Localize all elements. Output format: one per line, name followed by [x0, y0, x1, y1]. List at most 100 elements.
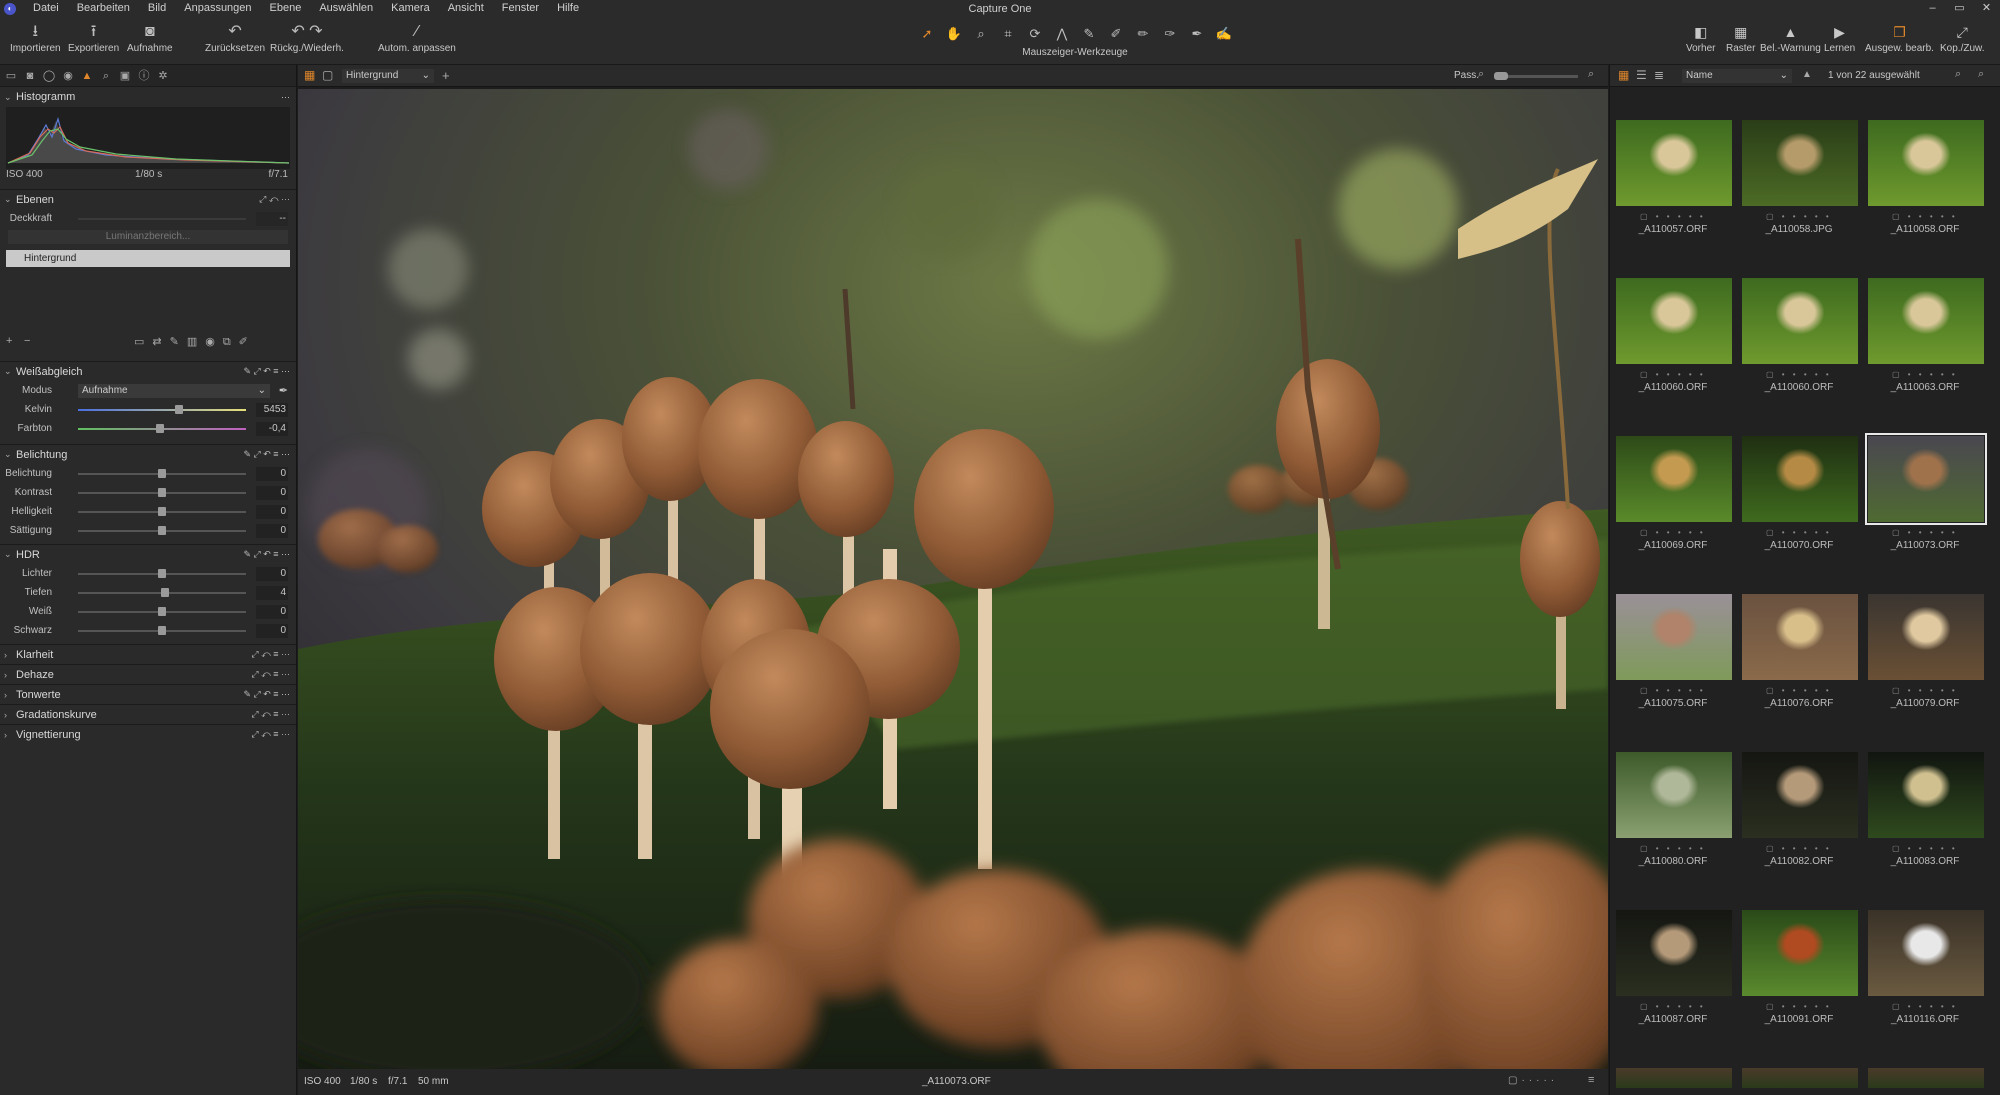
hdr-slider-value[interactable]: 0 [256, 566, 288, 581]
maximize-button[interactable]: ▭ [1946, 0, 1973, 17]
before-button[interactable]: ◧ Vorher [1686, 21, 1715, 54]
thumbnail-image[interactable] [1616, 752, 1732, 838]
thumbnail[interactable]: ▢ • • • • • _A110075.ORF [1610, 594, 1736, 752]
sort-direction-icon[interactable]: ▲ [1802, 69, 1812, 80]
thumbnail[interactable]: ▢ • • • • • _A110058.ORF [1862, 120, 1988, 278]
thumbnail[interactable]: ▢ • • • • • _A110057.ORF [1610, 120, 1736, 278]
thumbnail-rating[interactable]: ▢ • • • • • [1640, 844, 1706, 853]
exposure-slider-value[interactable]: 0 [256, 485, 288, 500]
thumbnail-rating[interactable]: ▢ • • • • • [1892, 1002, 1958, 1011]
thumbnail[interactable]: ▢ • • • • • _A110063.ORF [1862, 278, 1988, 436]
color-picker-icon[interactable]: ✒ [1185, 25, 1209, 43]
menu-ansicht[interactable]: Ansicht [439, 0, 493, 17]
tool-header-icons[interactable]: ⤢ ↶ ≡ ⋯ [251, 649, 290, 660]
thumbnail-rating[interactable]: ▢ • • • • • [1640, 1002, 1706, 1011]
menu-auswaehlen[interactable]: Auswählen [310, 0, 382, 17]
hdr-header[interactable]: ⌄ HDR ✎ ⤢ ↶ ≡ ⋯ [0, 544, 296, 564]
thumbnail[interactable]: ▢ • • • • • _A110116.ORF [1862, 910, 1988, 1068]
import-button[interactable]: ⭳ Importieren [10, 21, 61, 54]
search-icon[interactable]: ⌕ [1978, 68, 1984, 81]
exposure-slider-value[interactable]: 0 [256, 504, 288, 519]
menu-hilfe[interactable]: Hilfe [548, 0, 588, 17]
thumbnail[interactable]: ▢ • • • • • _A110070.ORF [1736, 436, 1862, 594]
thumbnail-image[interactable] [1868, 910, 1984, 996]
menu-anpassungen[interactable]: Anpassungen [175, 0, 260, 17]
thumbnail-rating[interactable]: ▢ • • • • • [1892, 528, 1958, 537]
edit-selected-button[interactable]: ❐ Ausgew. bearb. [1865, 21, 1934, 54]
thumbnail-image[interactable] [1742, 120, 1858, 206]
thumbnail-image[interactable] [1868, 594, 1984, 680]
thumbnail-rating[interactable]: ▢ • • • • • [1640, 686, 1706, 695]
luma-range-button[interactable]: Luminanzbereich... [8, 230, 288, 244]
thumbnail[interactable]: ▢ • • • • • _A110082.ORF [1736, 752, 1862, 910]
brush-icon[interactable]: ✐ [1104, 25, 1128, 43]
opacity-slider[interactable] [78, 218, 246, 220]
filmstrip-view-icon[interactable]: ≣ [1654, 68, 1664, 82]
thumbnail[interactable]: ▢ • • • • • _A110091.ORF [1736, 910, 1862, 1068]
thumbnail-image[interactable] [1616, 120, 1732, 206]
exposure-slider-knob[interactable] [158, 507, 166, 516]
layers-header[interactable]: ⌄ Ebenen ⤢ ↶ ⋯ [0, 189, 296, 209]
thumbnail[interactable]: ▢ • • • • • _A110073.ORF [1862, 433, 1988, 594]
single-view-icon[interactable]: ▢ [322, 68, 333, 82]
select-cursor-icon[interactable]: ➚ [915, 25, 939, 43]
thumbnail[interactable]: ▢ • • • • • _A110080.ORF [1610, 752, 1736, 910]
minimize-button[interactable]: – [1919, 0, 1946, 17]
thumbnail-image[interactable] [1742, 278, 1858, 364]
collapsed-tool-dehaze[interactable]: › Dehaze ⤢ ↶ ≡ ⋯ [0, 664, 296, 684]
menu-kamera[interactable]: Kamera [382, 0, 439, 17]
hdr-header-icons[interactable]: ✎ ⤢ ↶ ≡ ⋯ [243, 549, 290, 560]
add-layer-icon[interactable]: + [6, 335, 12, 347]
add-layer-icon[interactable]: + [442, 68, 450, 83]
adjustments-tab-icon[interactable]: ▣ [118, 69, 132, 83]
exposure-slider-knob[interactable] [158, 526, 166, 535]
image-viewer[interactable] [298, 89, 1608, 1069]
export-button[interactable]: ⭱ Exportieren [68, 21, 119, 54]
thumbnail-rating[interactable]: ▢ • • • • • [1892, 370, 1958, 379]
thumbnail-image[interactable] [1868, 120, 1984, 206]
rating-dots[interactable]: ▢····· [1508, 1075, 1558, 1086]
collapsed-tool-vignettierung[interactable]: › Vignettierung ⤢ ↶ ≡ ⋯ [0, 724, 296, 744]
list-view-icon[interactable]: ☰ [1636, 68, 1647, 82]
white-balance-header[interactable]: ⌄ Weißabgleich ✎ ⤢ ↶ ≡ ⋯ [0, 361, 296, 381]
gradient-icon[interactable]: ✑ [1158, 25, 1182, 43]
thumbnail-partial[interactable] [1616, 1068, 1732, 1088]
details-tab-icon[interactable]: ⌕ [99, 69, 113, 83]
eraser-icon[interactable]: ✏ [1131, 25, 1155, 43]
capture-button[interactable]: ◙ Aufnahme [127, 21, 173, 54]
menu-fenster[interactable]: Fenster [493, 0, 548, 17]
zoom-slider-knob[interactable] [1494, 72, 1508, 80]
exposure-tab-icon[interactable]: ▲ [80, 69, 94, 83]
zoom-fit-label[interactable]: Pass. [1454, 70, 1479, 81]
wb-slider-value[interactable]: 5453 [256, 402, 288, 417]
exposure-warning-button[interactable]: ▲ Bel.-Warnung [1760, 21, 1821, 54]
thumbnail[interactable]: ▢ • • • • • _A110083.ORF [1862, 752, 1988, 910]
thumbnail-rating[interactable]: ▢ • • • • • [1892, 844, 1958, 853]
thumbnail-rating[interactable]: ▢ • • • • • [1766, 844, 1832, 853]
hdr-slider-knob[interactable] [158, 607, 166, 616]
grid-button[interactable]: ▦ Raster [1726, 21, 1755, 54]
metadata-tab-icon[interactable]: ⓘ [137, 69, 151, 83]
thumbnail-rating[interactable]: ▢ • • • • • [1640, 212, 1706, 221]
thumbnail-rating[interactable]: ▢ • • • • • [1892, 212, 1958, 221]
exposure-header-icons[interactable]: ✎ ⤢ ↶ ≡ ⋯ [243, 449, 290, 460]
thumbnail[interactable]: ▢ • • • • • _A110060.ORF [1610, 278, 1736, 436]
eyedropper-icon[interactable]: ✒ [279, 384, 288, 397]
color-tab-icon[interactable]: ◉ [61, 69, 75, 83]
exposure-slider-knob[interactable] [158, 469, 166, 478]
capture-tab-icon[interactable]: ◙ [23, 69, 37, 83]
hdr-slider-knob[interactable] [158, 569, 166, 578]
thumbnail[interactable]: ▢ • • • • • _A110079.ORF [1862, 594, 1988, 752]
hdr-slider-value[interactable]: 0 [256, 604, 288, 619]
multi-view-icon[interactable]: ▦ [304, 68, 315, 82]
thumbnail-image[interactable] [1742, 594, 1858, 680]
layer-select[interactable]: Hintergrund ⌄ [342, 69, 434, 83]
library-tab-icon[interactable]: ▭ [4, 69, 18, 83]
tool-header-icons[interactable]: ⤢ ↶ ≡ ⋯ [251, 709, 290, 720]
thumbnail-image[interactable] [1868, 752, 1984, 838]
crop-icon[interactable]: ⌗ [996, 25, 1020, 43]
layer-tool-icons[interactable]: ▭⇄✎▥◉⧉✐ [134, 335, 256, 349]
thumbnail-image[interactable] [1868, 278, 1984, 364]
thumbnail[interactable]: ▢ • • • • • _A110058.JPG [1736, 120, 1862, 278]
thumbnail-rating[interactable]: ▢ • • • • • [1892, 686, 1958, 695]
